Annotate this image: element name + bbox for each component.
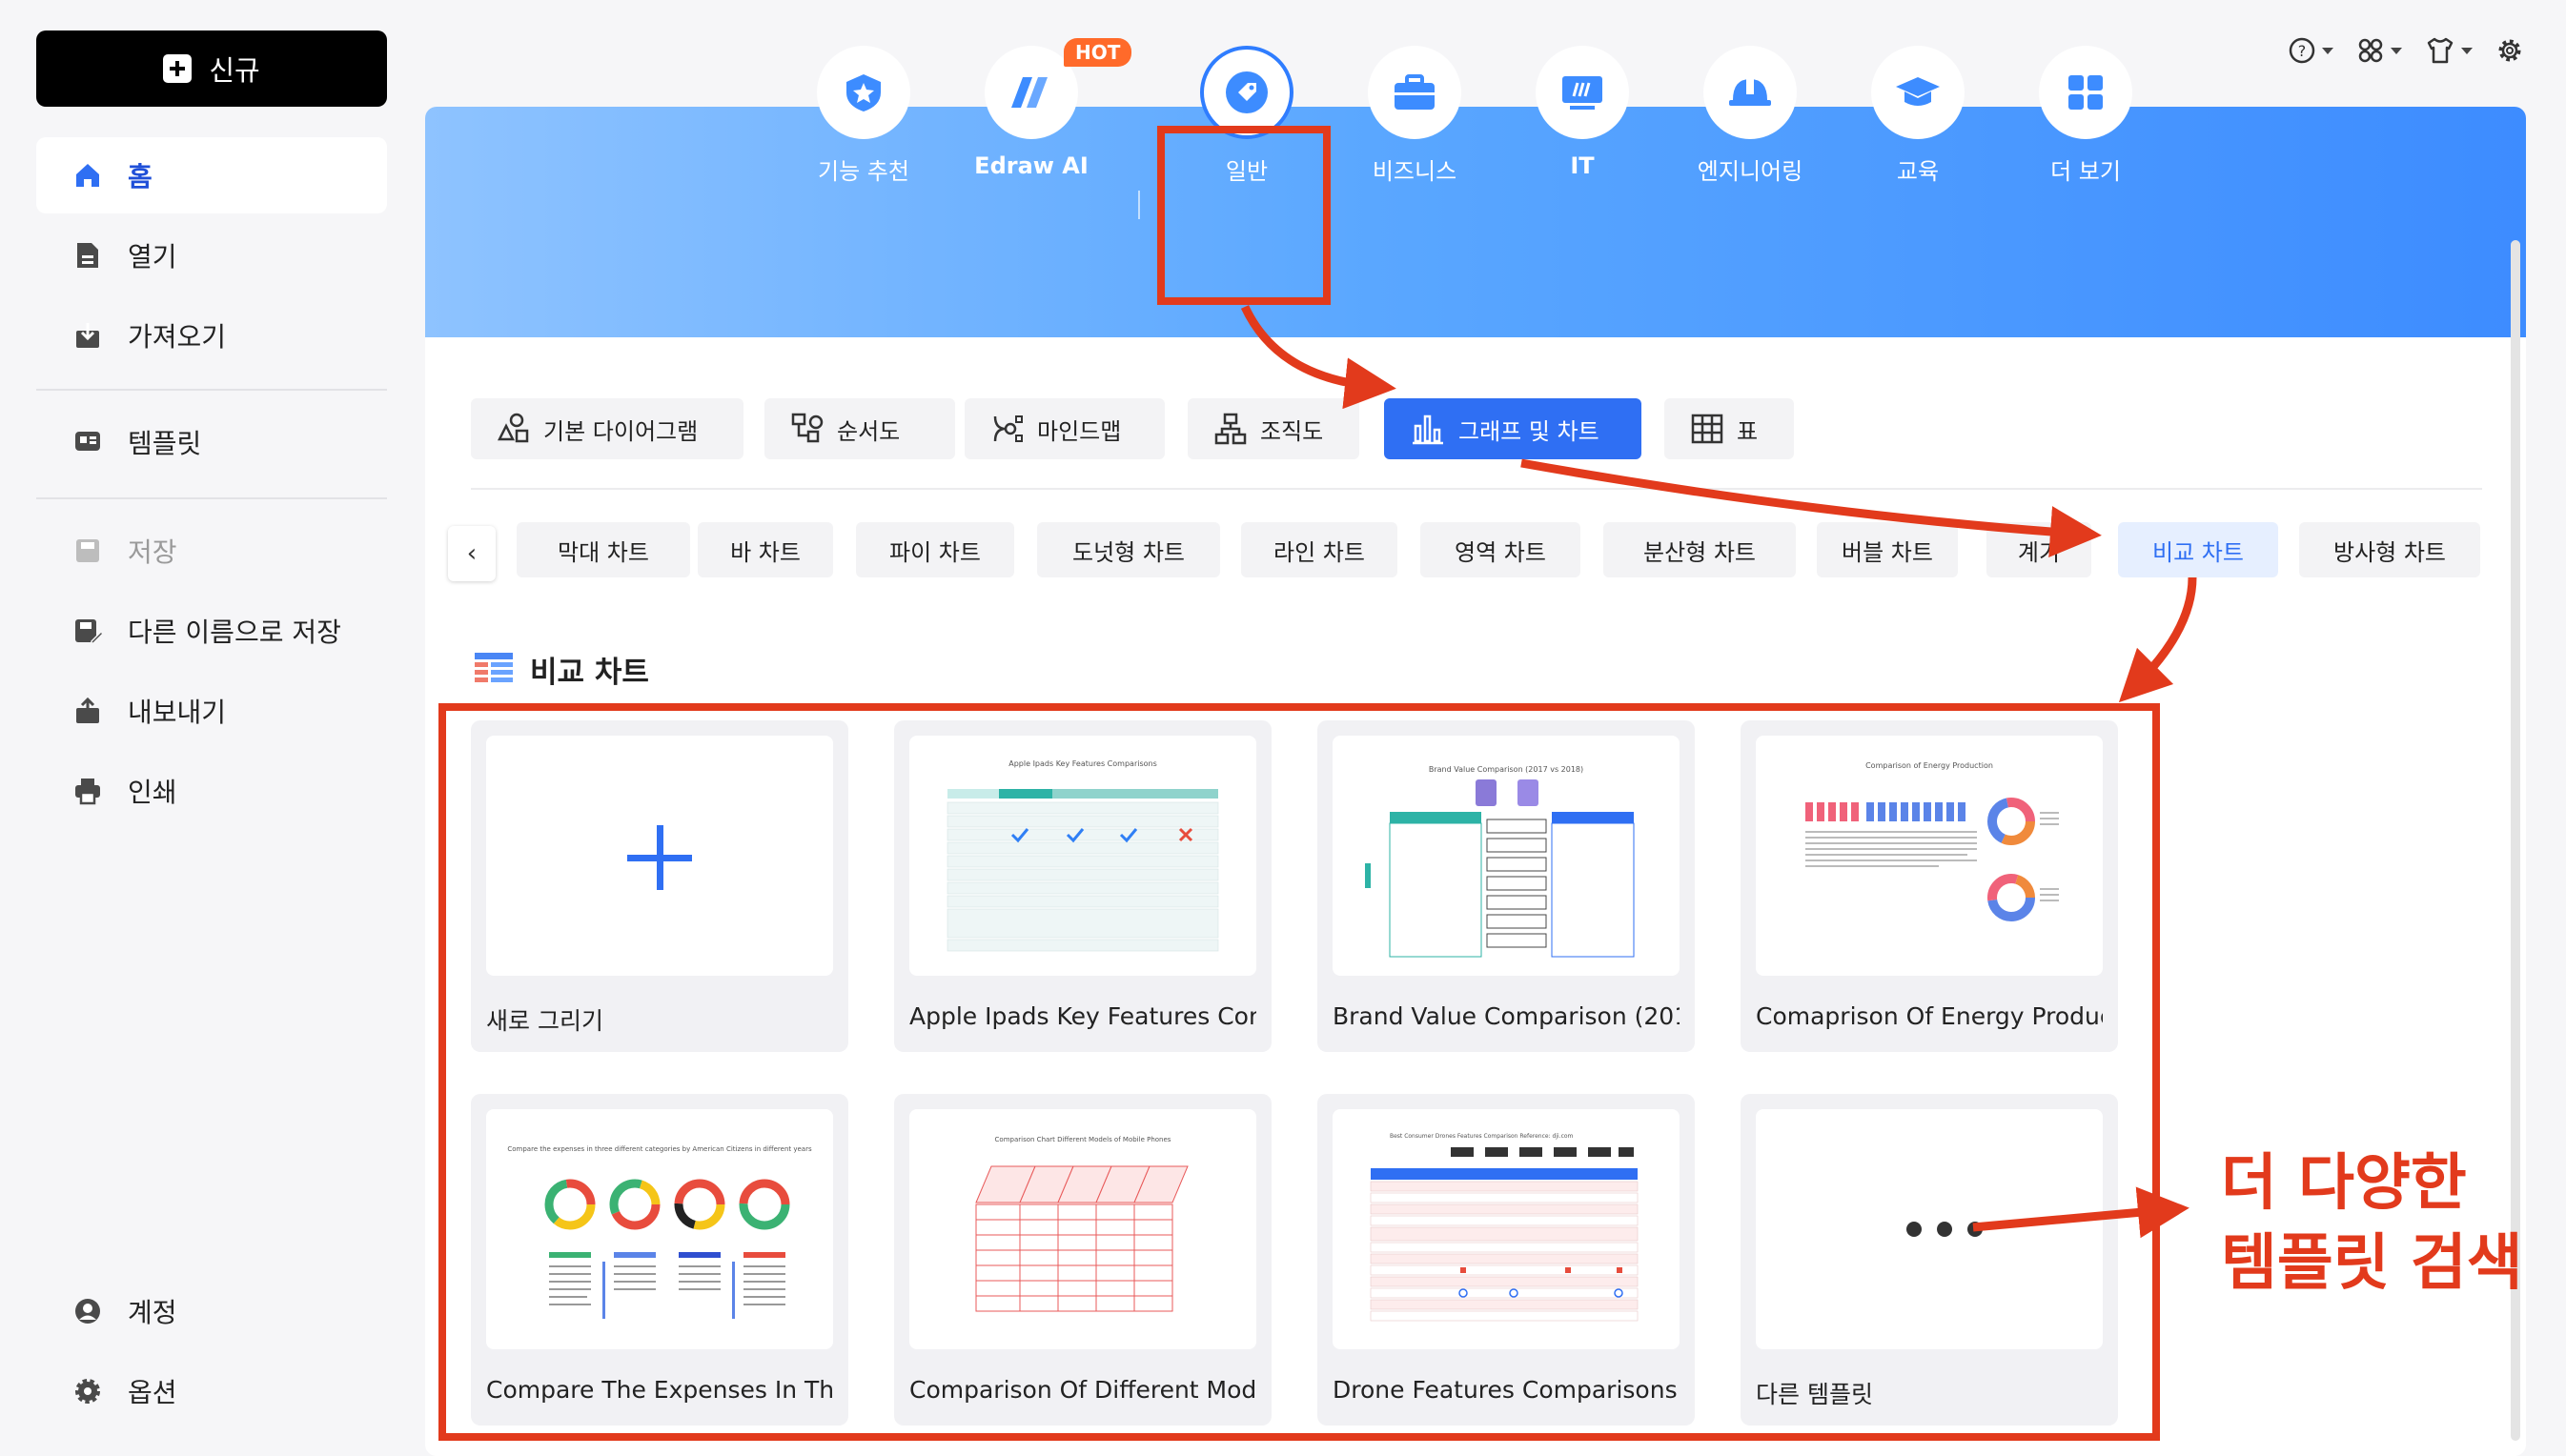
annotation-line-2: 템플릿 검색: [2221, 1228, 2523, 1299]
arrow-to-comparison-chip: [1520, 458, 2102, 557]
annotation-text: 더 다양한 템플릿 검색: [2221, 1143, 2523, 1304]
annotation-arrows: [1240, 305, 2197, 1239]
arrow-to-more-templates: [1972, 1186, 2189, 1239]
arrow-to-templates: [2118, 576, 2197, 703]
arrow-to-graphs-chip: [1240, 305, 1396, 410]
annotation-line-1: 더 다양한: [2221, 1148, 2467, 1219]
